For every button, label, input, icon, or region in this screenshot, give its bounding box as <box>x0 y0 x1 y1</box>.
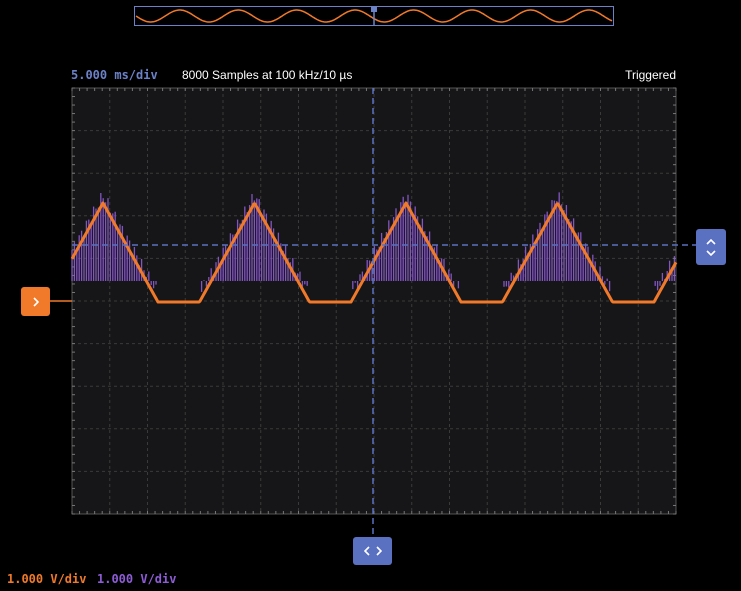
chevron-left-right-icon <box>363 546 382 556</box>
channel-1-offset-button[interactable] <box>21 287 50 316</box>
trigger-position-button[interactable] <box>353 537 392 565</box>
channel-2-scale[interactable]: 1.000 V/div <box>97 572 176 586</box>
chevron-down-icon <box>706 249 716 256</box>
chevron-up-icon <box>706 238 716 245</box>
chevron-right-icon <box>32 296 39 307</box>
scope-display[interactable] <box>0 0 741 591</box>
trigger-level-button[interactable] <box>696 229 726 265</box>
channel-1-scale[interactable]: 1.000 V/div <box>7 572 86 586</box>
